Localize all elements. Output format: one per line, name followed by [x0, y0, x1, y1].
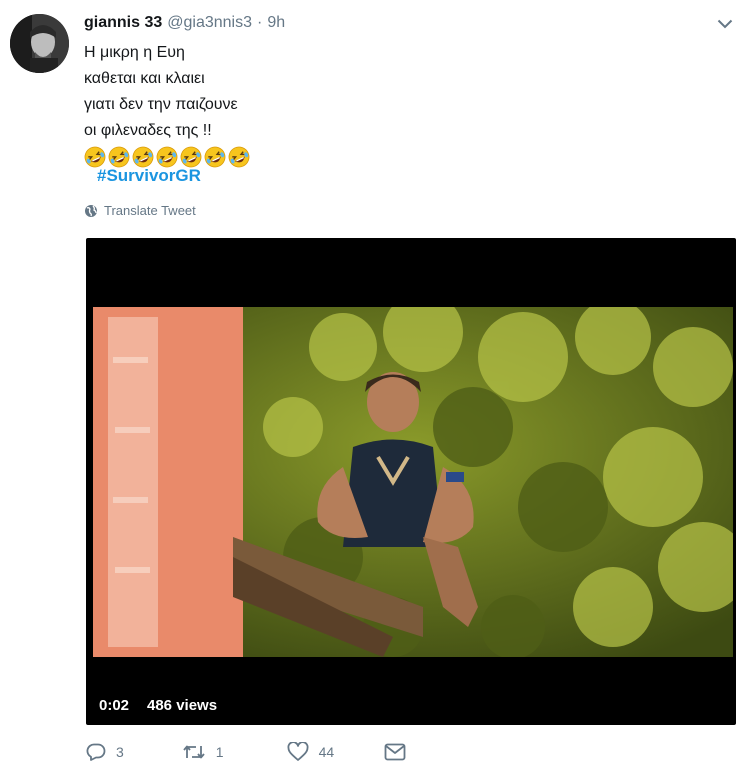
video-player[interactable]: 0:02 486 views [86, 238, 736, 725]
rolling-on-floor-laughing-emoji [84, 146, 106, 168]
reply-icon [86, 743, 106, 761]
retweet-icon [183, 745, 205, 759]
tweet-text-line: καθεται και κλαιει [84, 70, 205, 87]
tweet-header: giannis 33 @gia3nnis3 · 9h [84, 11, 285, 35]
rolling-on-floor-laughing-emoji [156, 146, 178, 168]
like-count: 44 [318, 744, 335, 760]
envelope-icon [384, 743, 406, 761]
rolling-on-floor-laughing-emoji [228, 146, 250, 168]
translate-label[interactable]: Translate Tweet [104, 203, 196, 218]
globe-icon [85, 204, 97, 217]
tweet-text-line: γιατι δεν την παιζουνε [84, 96, 238, 113]
like-button[interactable]: 44 [287, 742, 335, 762]
video-views: 486 views [141, 692, 224, 718]
reply-button[interactable]: 3 [86, 743, 124, 761]
heart-icon [287, 742, 309, 761]
rolling-on-floor-laughing-emoji [204, 146, 226, 168]
rolling-on-floor-laughing-emoji [180, 146, 202, 168]
display-name[interactable]: giannis 33 [84, 14, 162, 32]
hashtag-link[interactable]: #SurvivorGR [97, 166, 201, 186]
tweet-text: Η μικρη η Ευη καθεται και κλαιει γιατι δ… [84, 40, 250, 168]
reply-count: 3 [116, 744, 124, 760]
user-handle[interactable]: @gia3nnis3 [167, 14, 252, 32]
retweet-button[interactable]: 1 [182, 744, 224, 760]
tweet-text-line: οι φιλεναδες της !! [84, 122, 212, 139]
rolling-on-floor-laughing-emoji [108, 146, 130, 168]
separator-dot: · [257, 14, 263, 31]
translate-tweet-link[interactable]: Translate Tweet [84, 203, 196, 218]
video-frame [93, 307, 733, 657]
rolling-on-floor-laughing-emoji [132, 146, 154, 168]
tweet-text-line: Η μικρη η Ευη [84, 44, 185, 61]
video-timestamp: 0:02 [93, 692, 136, 718]
direct-message-button[interactable] [384, 743, 406, 761]
retweet-count: 1 [215, 744, 224, 760]
chevron-down-icon[interactable] [713, 14, 737, 34]
avatar[interactable] [10, 14, 69, 73]
emoji-row [84, 146, 250, 168]
tweet-actions: 3 1 44 [86, 742, 406, 762]
tweet-time[interactable]: 9h [267, 14, 285, 32]
